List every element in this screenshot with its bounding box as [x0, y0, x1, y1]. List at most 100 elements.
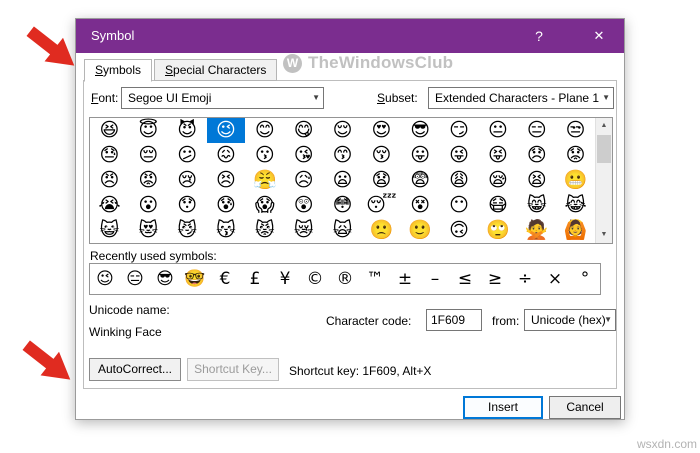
- recent-symbol-cell[interactable]: ¥: [270, 264, 300, 294]
- symbol-cell[interactable]: 😶: [440, 193, 479, 218]
- cancel-button[interactable]: Cancel: [549, 396, 621, 419]
- symbol-cell[interactable]: 😒: [556, 118, 595, 143]
- symbol-cell[interactable]: 😪: [478, 168, 517, 193]
- autocorrect-button[interactable]: AutoCorrect...: [89, 358, 181, 381]
- symbol-cell[interactable]: 😥: [284, 168, 323, 193]
- symbol-cell[interactable]: 😕: [168, 143, 207, 168]
- symbol-cell[interactable]: 😼: [168, 218, 207, 243]
- symbol-cell[interactable]: 😠: [90, 168, 129, 193]
- symbol-grid-container: 😆 😇 😈 😉 😊 😋 😌 😍 😎 😏 😐 😑 😒 😓 😔 😕 😖 😗 😘 😙 😚 😛 😜 😝 😞 😟 😠 😡 😢 😣 😤 😥 😦 😧 😨 😩 😪 😫 😬 😭…: [89, 117, 613, 244]
- symbol-cell[interactable]: 😉: [206, 118, 246, 143]
- recent-symbol-cell[interactable]: ≥: [480, 264, 510, 294]
- symbol-cell[interactable]: 😛: [401, 143, 440, 168]
- symbol-cell[interactable]: 😨: [401, 168, 440, 193]
- symbol-cell[interactable]: 🙁: [362, 218, 401, 243]
- recent-symbol-cell[interactable]: ®: [330, 264, 360, 294]
- symbol-cell[interactable]: 😎: [401, 118, 440, 143]
- title-bar[interactable]: Symbol ? ✕: [76, 19, 624, 53]
- symbol-cell[interactable]: 😊: [245, 118, 284, 143]
- close-icon[interactable]: ✕: [576, 19, 622, 53]
- symbol-cell[interactable]: 😖: [207, 143, 246, 168]
- symbol-cell[interactable]: 😞: [517, 143, 556, 168]
- symbol-cell[interactable]: 😫: [517, 168, 556, 193]
- recent-symbol-cell[interactable]: ×: [540, 264, 570, 294]
- insert-button[interactable]: Insert: [463, 396, 543, 419]
- recent-symbol-cell[interactable]: ™: [360, 264, 390, 294]
- symbol-cell[interactable]: 😐: [478, 118, 517, 143]
- character-code-input[interactable]: [426, 309, 482, 331]
- symbol-cell[interactable]: 😆: [90, 118, 129, 143]
- symbol-cell[interactable]: 😮: [129, 193, 168, 218]
- symbol-cell[interactable]: 😴: [362, 193, 401, 218]
- symbol-cell[interactable]: 😽: [207, 218, 246, 243]
- symbol-cell[interactable]: 😝: [478, 143, 517, 168]
- tab-special-characters[interactable]: Special Characters: [154, 59, 278, 81]
- symbol-cell[interactable]: 😱: [245, 193, 284, 218]
- symbol-cell[interactable]: 😡: [129, 168, 168, 193]
- symbol-cell[interactable]: 😲: [284, 193, 323, 218]
- symbol-cell[interactable]: 😸: [517, 193, 556, 218]
- symbol-cell[interactable]: 😧: [362, 168, 401, 193]
- scrollbar-thumb[interactable]: [597, 135, 611, 163]
- recent-symbol-cell[interactable]: 😉: [90, 264, 120, 294]
- symbol-cell[interactable]: 🙆: [556, 218, 595, 243]
- symbol-cell[interactable]: 😷: [478, 193, 517, 218]
- symbol-cell[interactable]: 🙃: [440, 218, 479, 243]
- symbol-cell[interactable]: 😓: [90, 143, 129, 168]
- recent-symbol-cell[interactable]: 😎: [150, 264, 180, 294]
- symbol-cell[interactable]: 😺: [90, 218, 129, 243]
- symbol-cell[interactable]: 😯: [168, 193, 207, 218]
- symbol-cell[interactable]: 😤: [245, 168, 284, 193]
- recent-symbol-cell[interactable]: 🤓: [180, 264, 210, 294]
- symbol-cell[interactable]: 😾: [245, 218, 284, 243]
- from-combobox[interactable]: Unicode (hex) ▼: [524, 309, 616, 331]
- symbol-cell[interactable]: 😔: [129, 143, 168, 168]
- font-combobox[interactable]: Segoe UI Emoji ▼: [121, 87, 324, 109]
- symbol-cell[interactable]: 😗: [245, 143, 284, 168]
- recent-symbol-cell[interactable]: ±: [390, 264, 420, 294]
- help-icon[interactable]: ?: [516, 19, 562, 53]
- symbol-cell[interactable]: 😢: [168, 168, 207, 193]
- scroll-down-icon[interactable]: ▼: [596, 227, 612, 243]
- symbol-cell[interactable]: 😵: [401, 193, 440, 218]
- symbol-cell[interactable]: 🙂: [401, 218, 440, 243]
- symbol-cell[interactable]: 😳: [323, 193, 362, 218]
- symbol-cell[interactable]: 😿: [284, 218, 323, 243]
- recent-symbol-cell[interactable]: €: [210, 264, 240, 294]
- symbol-cell[interactable]: 😻: [129, 218, 168, 243]
- symbol-cell[interactable]: 😩: [440, 168, 479, 193]
- symbol-cell[interactable]: 😍: [362, 118, 401, 143]
- symbol-cell[interactable]: 😙: [323, 143, 362, 168]
- symbol-cell[interactable]: 😑: [517, 118, 556, 143]
- subset-combobox[interactable]: Extended Characters - Plane 1 ▼: [428, 87, 614, 109]
- symbol-cell[interactable]: 😇: [129, 118, 168, 143]
- symbol-cell[interactable]: 😋: [284, 118, 323, 143]
- symbol-cell[interactable]: 😜: [440, 143, 479, 168]
- recent-symbol-cell[interactable]: 😑: [120, 264, 150, 294]
- symbol-cell[interactable]: 😌: [323, 118, 362, 143]
- symbol-cell[interactable]: 😹: [556, 193, 595, 218]
- symbol-cell[interactable]: 😰: [207, 193, 246, 218]
- symbol-cell[interactable]: 😦: [323, 168, 362, 193]
- recent-symbol-cell[interactable]: ©: [300, 264, 330, 294]
- symbol-cell[interactable]: 😭: [90, 193, 129, 218]
- recent-symbol-cell[interactable]: ÷: [510, 264, 540, 294]
- symbol-cell[interactable]: 🙄: [478, 218, 517, 243]
- recent-symbol-cell[interactable]: ≤: [450, 264, 480, 294]
- grid-scrollbar[interactable]: ▲ ▼: [595, 118, 612, 243]
- symbol-cell[interactable]: 🙅: [517, 218, 556, 243]
- shortcut-key-button[interactable]: Shortcut Key...: [187, 358, 279, 381]
- tab-symbols[interactable]: Symbols: [84, 59, 153, 82]
- recent-symbol-cell[interactable]: –: [420, 264, 450, 294]
- symbol-cell[interactable]: 😘: [284, 143, 323, 168]
- symbol-cell[interactable]: 😈: [168, 118, 207, 143]
- symbol-cell[interactable]: 😬: [556, 168, 595, 193]
- symbol-cell[interactable]: 😟: [556, 143, 595, 168]
- symbol-cell[interactable]: 😣: [207, 168, 246, 193]
- symbol-cell[interactable]: 😏: [440, 118, 479, 143]
- recent-symbol-cell[interactable]: £: [240, 264, 270, 294]
- scroll-up-icon[interactable]: ▲: [596, 118, 612, 134]
- recent-symbol-cell[interactable]: °: [570, 264, 600, 294]
- symbol-cell[interactable]: 😚: [362, 143, 401, 168]
- symbol-cell[interactable]: 🙀: [323, 218, 362, 243]
